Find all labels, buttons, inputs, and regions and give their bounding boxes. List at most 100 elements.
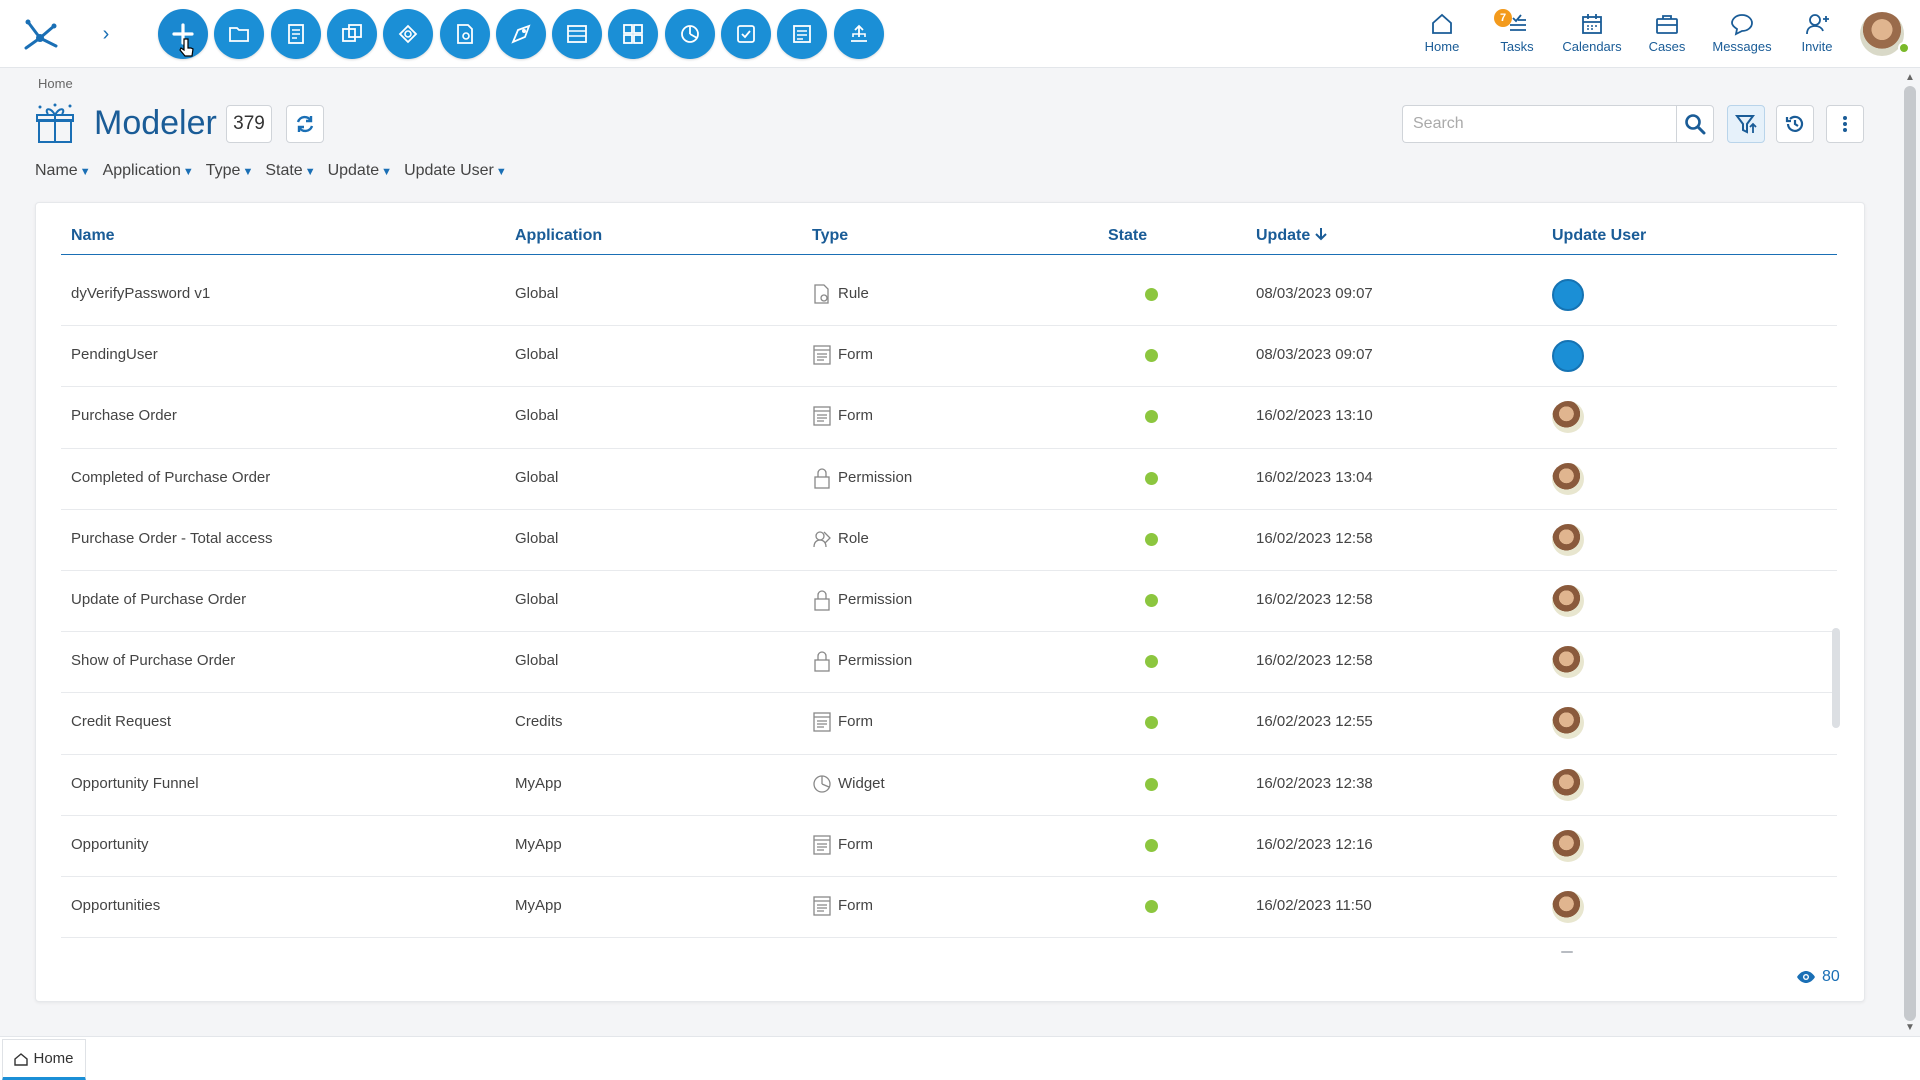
filter-type[interactable]: Type ▼ (206, 160, 254, 182)
system-user-avatar[interactable] (1552, 279, 1584, 311)
column-header-update[interactable]: Update (1256, 227, 1327, 245)
row-application: Credits (515, 713, 563, 731)
toolbar-rule-button[interactable] (439, 9, 490, 59)
user-avatar[interactable] (1552, 646, 1584, 679)
nav-tasks[interactable]: 7 Tasks (1480, 8, 1554, 58)
system-user-avatar[interactable] (1552, 340, 1584, 373)
table-scrollbar[interactable] (1832, 628, 1840, 728)
table-row[interactable]: Opportunity MyApp Form 16/02/2023 12:16 (61, 816, 1837, 877)
state-active-dot (1145, 655, 1158, 669)
filter-state[interactable]: State ▼ (265, 160, 315, 182)
history-button[interactable] (1776, 105, 1814, 143)
filter-update-user[interactable]: Update User ▼ (404, 160, 507, 182)
page-title: Modeler (94, 104, 217, 142)
user-avatar[interactable] (1552, 768, 1584, 801)
row-name[interactable]: Credit Request (71, 713, 171, 730)
toolbar-app-button[interactable] (552, 9, 603, 59)
logo-icon[interactable] (18, 12, 62, 56)
row-name[interactable]: Purchase Order - Total access (71, 530, 272, 547)
invite-user-icon (1806, 14, 1829, 35)
toolbar-dashboard-button[interactable] (608, 9, 659, 59)
nav-messages[interactable]: Messages (1705, 8, 1779, 58)
row-type: Widget (838, 774, 885, 792)
table-row[interactable]: Opportunity Funnel MyApp Widget 16/02/2023 … (61, 755, 1837, 816)
toolbar-form-button[interactable] (270, 9, 321, 59)
row-name[interactable]: Opportunity (71, 836, 149, 853)
row-name[interactable]: Completed of Purchase Order (71, 469, 270, 486)
chevron-down-icon: ▼ (495, 166, 507, 178)
breadcrumb-home[interactable]: Home (38, 76, 73, 91)
scroll-down-arrow-icon[interactable]: ▼ (1905, 1022, 1915, 1033)
chevron-down-icon: ▼ (79, 166, 91, 178)
table-body[interactable]: dyVerifyPassword v1 Global Rule 08/03/2023 … (61, 265, 1837, 965)
toolbar-roles-button[interactable] (383, 9, 434, 59)
page-scrollbar[interactable]: ▲ ▼ (1900, 68, 1920, 1036)
column-header-state[interactable]: State (1108, 227, 1147, 245)
table-row[interactable]: Purchase Order Global Form 16/02/2023 13:10 (61, 387, 1837, 449)
table-row[interactable]: Opportunities MyApp Form 16/02/2023 11:50 (61, 877, 1837, 939)
user-avatar[interactable] (1552, 401, 1584, 434)
user-avatar[interactable] (1552, 829, 1584, 862)
toolbar-widget-button[interactable] (664, 9, 715, 59)
table-row[interactable]: Purchase Order - Total access Global Role 1… (61, 510, 1837, 571)
home-tab[interactable]: Home (2, 1039, 86, 1080)
user-avatar[interactable] (1552, 523, 1584, 556)
table-row[interactable]: Update of Purchase Order Global Permission… (61, 571, 1837, 633)
column-filter-bar: Name ▼ Application ▼ Type ▼ State ▼ Update ▼ Updat… (35, 160, 519, 182)
row-update-date: 16/02/2023 12:58 (1256, 590, 1373, 608)
table-row[interactable]: Completed of Purchase Order Global Permiss… (61, 449, 1837, 510)
row-name[interactable]: PendingUser (71, 346, 158, 363)
search-button[interactable] (1676, 105, 1714, 143)
filter-name[interactable]: Name ▼ (35, 160, 91, 182)
user-avatar[interactable] (1552, 707, 1584, 740)
filter-label: Name (35, 162, 78, 179)
table-row[interactable]: Show of Purchase Order Global Permission 16… (61, 632, 1837, 694)
user-avatar[interactable] (1552, 462, 1584, 495)
toolbar-process-button[interactable] (495, 9, 546, 59)
toolbar-entities-button[interactable] (326, 9, 377, 59)
table-row[interactable]: Credit Request Credits Form 16/02/2023 12:5… (61, 693, 1837, 755)
nav-calendars-label: Calendars (1562, 39, 1622, 54)
column-header-name[interactable]: Name (71, 227, 115, 245)
row-name[interactable]: dyVerifyPassword v1 (71, 285, 210, 302)
toolbar-publish-button[interactable] (833, 9, 884, 59)
column-header-type[interactable]: Type (812, 227, 848, 245)
filter-label: Update (327, 162, 380, 179)
column-header-update-user[interactable]: Update User (1552, 227, 1646, 245)
user-avatar[interactable] (1552, 890, 1584, 923)
table-row[interactable]: dyVerifyPassword v1 Global Rule 08/03/2023 … (61, 265, 1837, 327)
nav-calendars[interactable]: Calendars (1555, 8, 1629, 58)
home-icon (14, 1052, 29, 1066)
row-name[interactable]: Update of Purchase Order (71, 591, 246, 608)
scroll-up-arrow-icon[interactable]: ▲ (1905, 72, 1915, 83)
row-name[interactable]: Opportunities (71, 897, 160, 914)
row-application: MyApp (515, 774, 562, 792)
advanced-filter-button[interactable] (1727, 105, 1765, 143)
page-scrollbar-thumb[interactable] (1904, 86, 1916, 1021)
toolbar-task-button[interactable] (721, 9, 771, 59)
row-name[interactable]: Opportunity Funnel (71, 775, 199, 792)
table-row[interactable]: PendingUser Global Form 08/03/2023 09:07 (61, 326, 1837, 388)
chevron-right-icon[interactable]: › (96, 22, 116, 46)
nav-cases[interactable]: Cases (1630, 8, 1704, 58)
column-header-application[interactable]: Application (515, 227, 602, 245)
row-name[interactable]: Show of Purchase Order (71, 652, 235, 669)
viewers-count: 80 (1796, 968, 1840, 986)
filter-update[interactable]: Update ▼ (328, 160, 392, 182)
search-input[interactable] (1402, 105, 1676, 143)
row-update-date: 16/02/2023 11:50 (1256, 896, 1372, 914)
filter-application[interactable]: Application ▼ (103, 160, 194, 182)
user-avatar[interactable] (1552, 584, 1584, 617)
toolbar-folder-button[interactable] (214, 9, 265, 59)
row-name[interactable]: Purchase Order (71, 407, 177, 424)
refresh-button[interactable] (286, 105, 324, 143)
toolbar-report-button[interactable] (777, 9, 828, 59)
nav-invite[interactable]: Invite (1780, 8, 1854, 58)
row-application: Global (515, 346, 559, 364)
table-header: Name Application Type State Update Updat… (61, 223, 1837, 255)
row-type: Form (838, 407, 873, 425)
row-update-date: 16/02/2023 13:04 (1256, 468, 1373, 486)
modeler-icon (36, 103, 74, 143)
nav-home[interactable]: Home (1405, 8, 1479, 58)
more-options-button[interactable] (1826, 105, 1864, 143)
